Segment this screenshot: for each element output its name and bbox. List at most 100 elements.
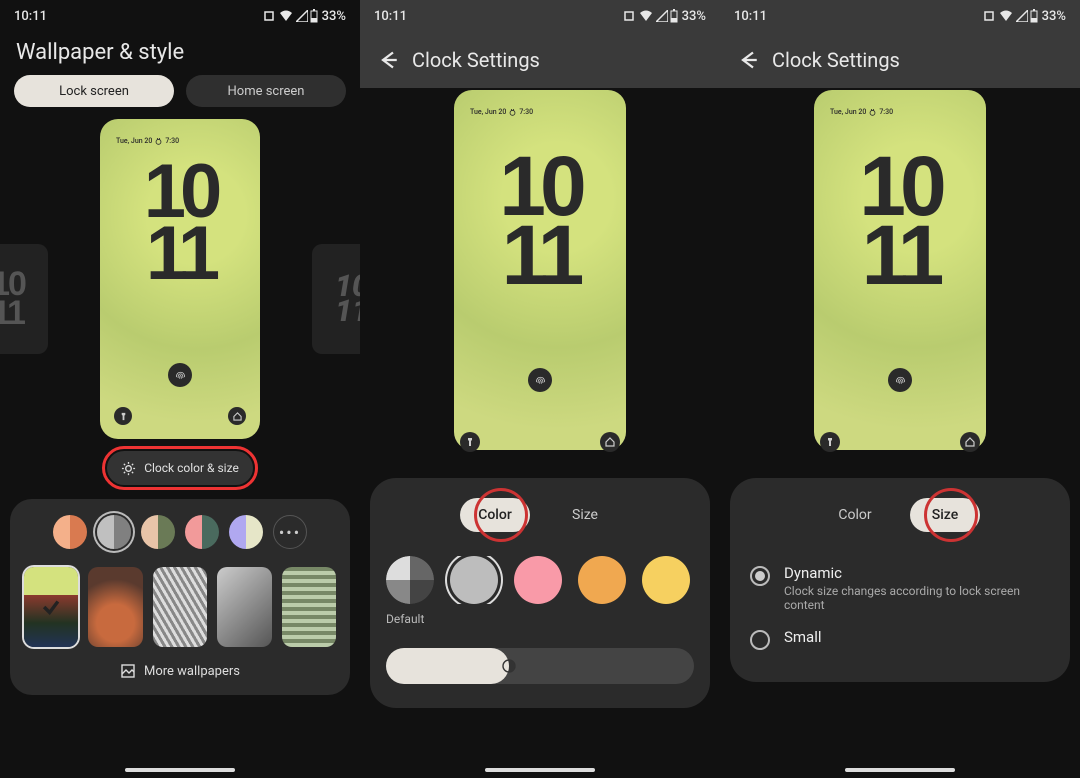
brightness-slider[interactable] xyxy=(386,648,694,684)
screen-wallpaper-style: 10:11 33% Wallpaper & style Lock screen … xyxy=(0,0,360,778)
size-small-label: Small xyxy=(784,628,822,646)
status-time: 10:11 xyxy=(734,9,767,24)
page-title: Clock Settings xyxy=(772,48,900,72)
size-dynamic-label: Dynamic xyxy=(784,564,1050,582)
tab-home-screen[interactable]: Home screen xyxy=(186,75,346,107)
nav-bar-handle[interactable] xyxy=(125,768,235,772)
screen-tabs: Lock screen Home screen xyxy=(0,75,360,117)
tab-size[interactable]: Size xyxy=(910,498,980,532)
status-icons: 33% xyxy=(984,9,1066,24)
page-title: Clock Settings xyxy=(412,48,540,72)
preview-status: Tue, Jun 20 7:30 xyxy=(830,108,893,116)
rectangle-icon xyxy=(624,10,636,22)
preview-status: Tue, Jun 20 7:30 xyxy=(470,108,533,116)
clock-color-option[interactable] xyxy=(578,556,626,604)
color-size-tabs: Color Size xyxy=(386,498,694,532)
status-time: 10:11 xyxy=(374,9,407,24)
clock-settings-sheet: Color Size Dynamic Clock size changes ac… xyxy=(730,478,1070,682)
wallpaper-row xyxy=(24,567,336,647)
clock-color-option[interactable] xyxy=(450,556,498,604)
tab-color[interactable]: Color xyxy=(460,498,530,532)
screen-clock-color: 10:11 33% Clock Settings Tue, Jun 20 7:3… xyxy=(360,0,720,778)
screen-clock-size: 10:11 33% Clock Settings Tue, Jun 20 7:3… xyxy=(720,0,1080,778)
fingerprint-icon xyxy=(168,363,192,387)
color-swatch[interactable] xyxy=(53,515,87,549)
battery-icon xyxy=(1030,9,1038,23)
tab-lock-screen[interactable]: Lock screen xyxy=(14,75,174,107)
size-option-dynamic[interactable]: Dynamic Clock size changes according to … xyxy=(746,556,1054,620)
clock-color-size-button[interactable]: Clock color & size xyxy=(107,451,253,485)
more-wallpapers-button[interactable]: More wallpapers xyxy=(24,663,336,679)
flashlight-icon xyxy=(820,432,840,452)
preview-clock: 1011 xyxy=(144,161,217,286)
rectangle-icon xyxy=(264,10,276,22)
clock-color-option[interactable] xyxy=(642,556,690,604)
status-icons: 33% xyxy=(264,9,346,24)
nav-bar-handle[interactable] xyxy=(485,768,595,772)
lockscreen-preview: Tue, Jun 20 7:30 1011 xyxy=(100,119,260,439)
battery-icon xyxy=(310,9,318,23)
gear-icon xyxy=(121,461,136,476)
signal-icon xyxy=(1016,10,1028,22)
lockscreen-preview: Tue, Jun 20 7:30 1011 xyxy=(814,90,986,450)
wallpaper-icon xyxy=(120,663,136,679)
back-button[interactable] xyxy=(368,40,408,80)
status-bar: 10:11 33% xyxy=(0,0,360,32)
wallpaper-thumb[interactable] xyxy=(88,567,142,647)
wifi-icon xyxy=(278,10,294,22)
clock-color-option[interactable] xyxy=(514,556,562,604)
check-icon xyxy=(24,567,78,647)
color-size-tabs: Color Size xyxy=(746,498,1054,532)
wallpaper-thumb[interactable] xyxy=(153,567,207,647)
preview-clock: 1011 xyxy=(859,152,940,290)
color-swatch[interactable] xyxy=(141,515,175,549)
tab-size[interactable]: Size xyxy=(550,498,620,532)
nav-bar-handle[interactable] xyxy=(845,768,955,772)
fingerprint-icon xyxy=(528,368,552,392)
style-sheet: ••• More wallpapers xyxy=(10,499,350,695)
wallpaper-thumb[interactable] xyxy=(282,567,336,647)
wifi-icon xyxy=(998,10,1014,22)
status-bar: 10:11 33% xyxy=(720,0,1080,32)
flashlight-icon xyxy=(114,407,132,425)
signal-icon xyxy=(656,10,668,22)
default-label: Default xyxy=(386,612,694,626)
flashlight-icon xyxy=(460,432,480,452)
wallpaper-thumb[interactable] xyxy=(24,567,78,647)
status-battery-pct: 33% xyxy=(322,9,346,24)
status-battery-pct: 33% xyxy=(1042,9,1066,24)
wallpaper-thumb[interactable] xyxy=(217,567,271,647)
home-icon xyxy=(600,432,620,452)
wifi-icon xyxy=(638,10,654,22)
more-colors-button[interactable]: ••• xyxy=(273,515,307,549)
page-title: Wallpaper & style xyxy=(0,32,360,75)
lockscreen-preview: Tue, Jun 20 7:30 1011 xyxy=(454,90,626,450)
color-swatch-row: ••• xyxy=(24,515,336,549)
size-dynamic-sub: Clock size changes according to lock scr… xyxy=(784,584,1050,612)
status-battery-pct: 33% xyxy=(682,9,706,24)
status-time: 10:11 xyxy=(14,9,47,24)
more-wallpapers-label: More wallpapers xyxy=(144,664,240,679)
radio-icon xyxy=(750,566,770,586)
clock-color-size-label: Clock color & size xyxy=(144,461,239,475)
tab-color[interactable]: Color xyxy=(820,498,890,532)
color-swatch[interactable] xyxy=(185,515,219,549)
radio-icon xyxy=(750,630,770,650)
preview-status: Tue, Jun 20 7:30 xyxy=(116,137,179,145)
clock-color-row xyxy=(386,556,694,604)
slider-knob-icon xyxy=(491,648,527,684)
home-icon xyxy=(228,407,246,425)
size-option-small[interactable]: Small xyxy=(746,620,1054,658)
color-swatch[interactable] xyxy=(97,515,131,549)
clock-settings-sheet: Color Size Default xyxy=(370,478,710,708)
preview-clock: 1011 xyxy=(499,152,580,290)
clock-color-default[interactable] xyxy=(386,556,434,604)
home-icon xyxy=(960,432,980,452)
back-button[interactable] xyxy=(728,40,768,80)
signal-icon xyxy=(296,10,308,22)
battery-icon xyxy=(670,9,678,23)
fingerprint-icon xyxy=(888,368,912,392)
color-swatch[interactable] xyxy=(229,515,263,549)
status-icons: 33% xyxy=(624,9,706,24)
status-bar: 10:11 33% xyxy=(360,0,720,32)
